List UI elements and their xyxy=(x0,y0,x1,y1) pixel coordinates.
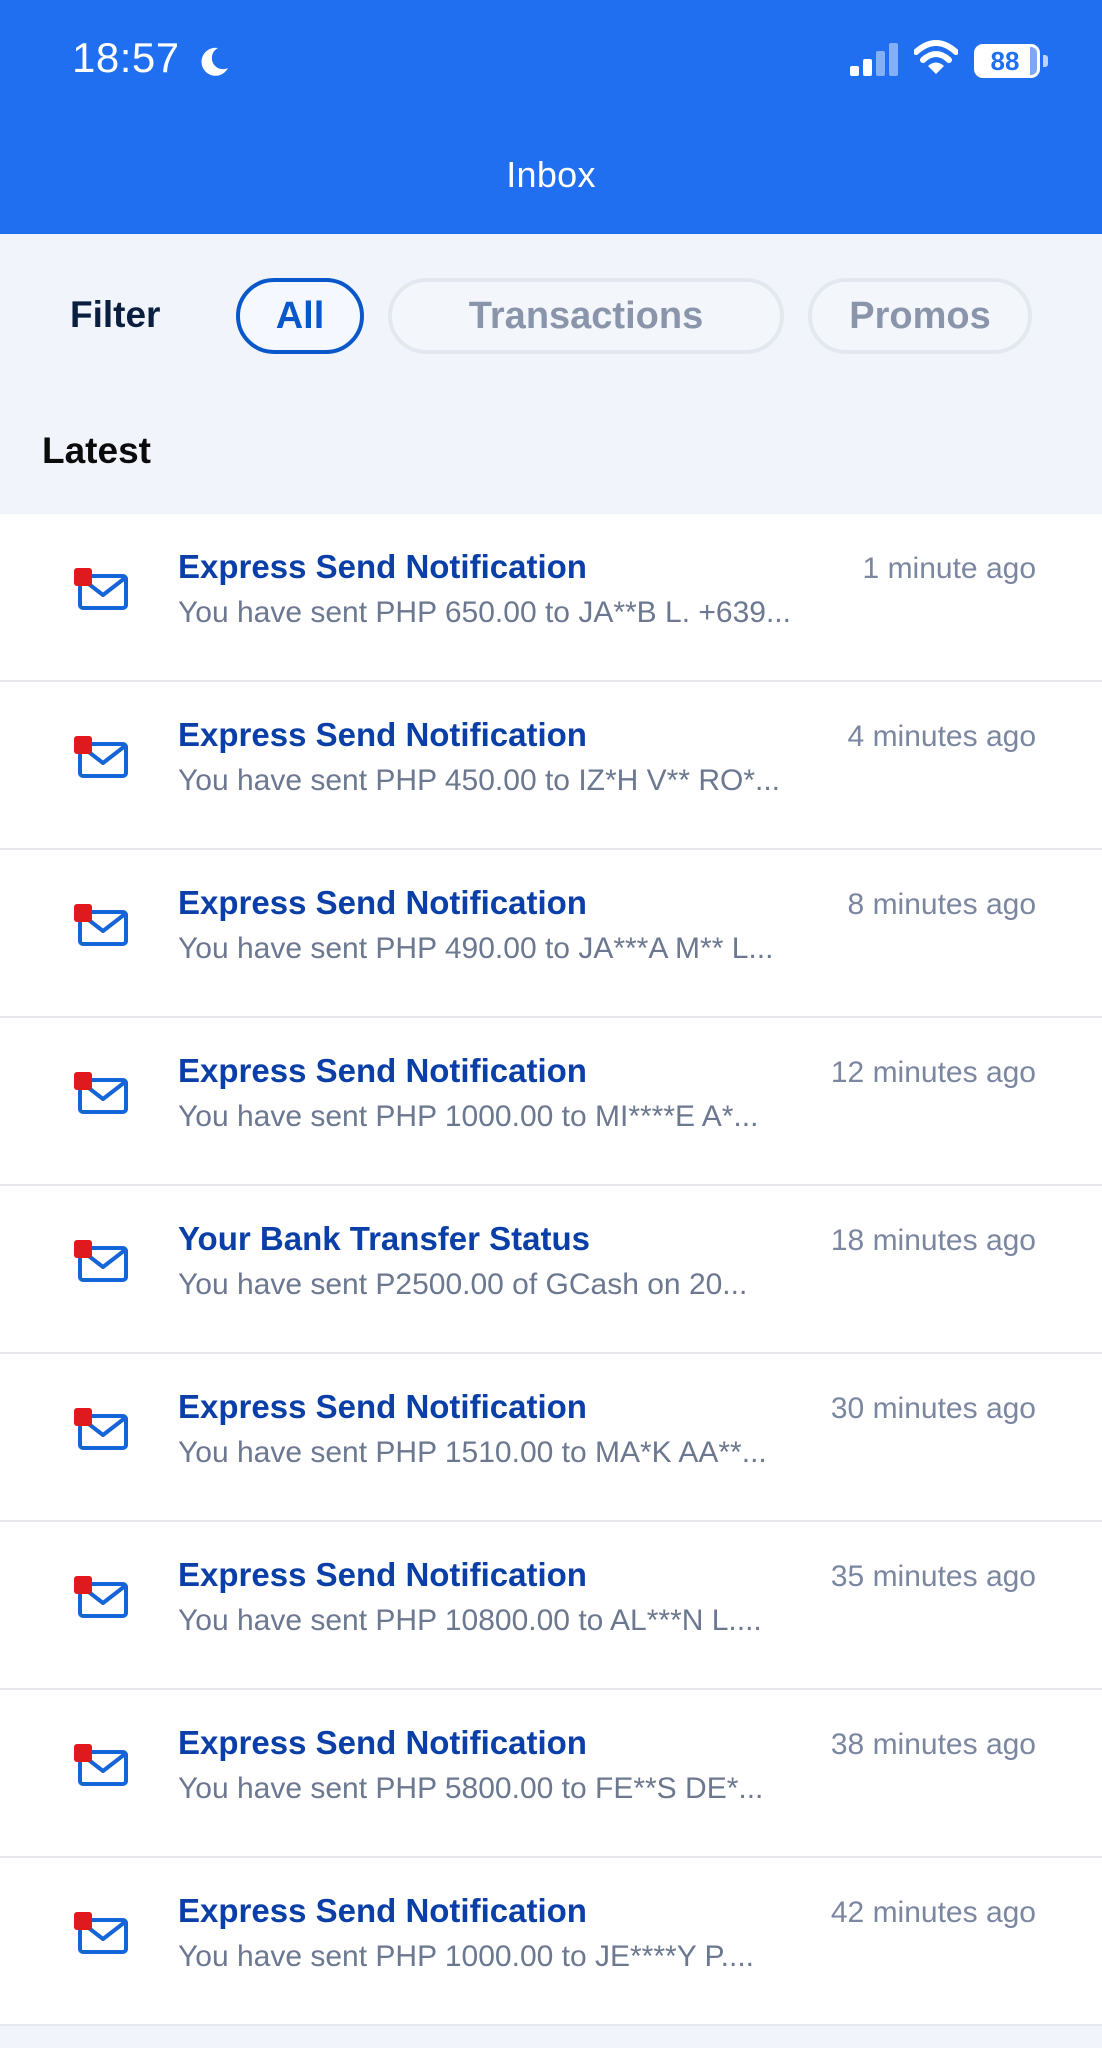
message-time: 12 minutes ago xyxy=(830,1056,1036,1089)
status-time: 18:57 xyxy=(72,34,180,81)
message-item[interactable]: Your Bank Transfer Status 18 minutes ago… xyxy=(0,1186,1102,1354)
list-footer xyxy=(0,2026,1102,2048)
app-header: 18:57 88 Inbox xyxy=(0,0,1102,234)
message-preview: You have sent PHP 650.00 to JA**B L. +63… xyxy=(178,596,791,629)
unread-dot xyxy=(74,904,92,922)
message-preview: You have sent PHP 1510.00 to MA*K AA**..… xyxy=(178,1436,767,1469)
message-title: Express Send Notification xyxy=(178,1388,587,1425)
message-title: Express Send Notification xyxy=(178,1892,587,1929)
message-time: 38 minutes ago xyxy=(830,1728,1036,1761)
message-time: 30 minutes ago xyxy=(830,1392,1036,1425)
message-time: 1 minute ago xyxy=(862,552,1036,585)
section-title-latest: Latest xyxy=(42,430,151,471)
filter-bar: Filter All Transactions Promos Latest xyxy=(0,234,1102,514)
message-time: 4 minutes ago xyxy=(847,720,1036,753)
filter-chip-transactions[interactable]: Transactions xyxy=(388,278,784,354)
mail-icon xyxy=(74,1744,128,1786)
message-preview: You have sent PHP 1000.00 to MI****E A*.… xyxy=(178,1100,759,1133)
message-preview: You have sent PHP 1000.00 to JE****Y P..… xyxy=(178,1940,754,1973)
mail-icon xyxy=(74,736,128,778)
unread-dot xyxy=(74,1072,92,1090)
message-item[interactable]: Express Send Notification 30 minutes ago… xyxy=(0,1354,1102,1522)
message-preview: You have sent PHP 450.00 to IZ*H V** RO*… xyxy=(178,764,781,797)
message-time: 35 minutes ago xyxy=(830,1560,1036,1593)
message-time: 8 minutes ago xyxy=(847,888,1036,921)
filter-chip-all[interactable]: All xyxy=(236,278,364,354)
message-item[interactable]: Express Send Notification 42 minutes ago… xyxy=(0,1858,1102,2026)
unread-dot xyxy=(74,1240,92,1258)
moon-icon xyxy=(201,47,228,76)
mail-icon xyxy=(74,1576,128,1618)
mail-icon xyxy=(74,1408,128,1450)
page-title: Inbox xyxy=(506,154,596,195)
message-item[interactable]: Express Send Notification 38 minutes ago… xyxy=(0,1690,1102,1858)
message-preview: You have sent PHP 5800.00 to FE**S DE*..… xyxy=(178,1772,764,1805)
message-title: Express Send Notification xyxy=(178,716,587,753)
message-title: Express Send Notification xyxy=(178,1052,587,1089)
message-time: 18 minutes ago xyxy=(830,1224,1036,1257)
message-preview: You have sent PHP 490.00 to JA***A M** L… xyxy=(178,932,774,965)
mail-icon xyxy=(74,904,128,946)
inbox-screen: 18:57 88 Inbox Filter All Transactions P… xyxy=(0,0,1102,2048)
wifi-icon xyxy=(914,40,958,74)
mail-icon xyxy=(74,1240,128,1282)
mail-icon xyxy=(74,1072,128,1114)
message-title: Express Send Notification xyxy=(178,1724,587,1761)
message-title: Express Send Notification xyxy=(178,884,587,921)
mail-icon xyxy=(74,1912,128,1954)
unread-dot xyxy=(74,568,92,586)
message-item[interactable]: Express Send Notification 12 minutes ago… xyxy=(0,1018,1102,1186)
unread-dot xyxy=(74,1576,92,1594)
unread-dot xyxy=(74,1408,92,1426)
message-title: Express Send Notification xyxy=(178,1556,587,1593)
message-preview: You have sent PHP 10800.00 to AL***N L..… xyxy=(178,1604,762,1637)
mail-icon xyxy=(74,568,128,610)
message-title: Your Bank Transfer Status xyxy=(178,1220,591,1257)
message-item[interactable]: Express Send Notification 1 minute ago Y… xyxy=(0,514,1102,682)
unread-dot xyxy=(74,736,92,754)
message-item[interactable]: Express Send Notification 35 minutes ago… xyxy=(0,1522,1102,1690)
message-list: Express Send Notification 1 minute ago Y… xyxy=(0,514,1102,2026)
filter-chip-promos[interactable]: Promos xyxy=(808,278,1032,354)
message-title: Express Send Notification xyxy=(178,548,587,585)
filter-label: Filter xyxy=(70,294,161,335)
unread-dot xyxy=(74,1744,92,1762)
signal-icon xyxy=(850,43,898,76)
battery-icon: 88 xyxy=(974,44,1048,78)
message-time: 42 minutes ago xyxy=(830,1896,1036,1929)
battery-level: 88 xyxy=(990,46,1020,76)
message-item[interactable]: Express Send Notification 8 minutes ago … xyxy=(0,850,1102,1018)
message-preview: You have sent P2500.00 of GCash on 20... xyxy=(178,1268,748,1301)
unread-dot xyxy=(74,1912,92,1930)
message-item[interactable]: Express Send Notification 4 minutes ago … xyxy=(0,682,1102,850)
